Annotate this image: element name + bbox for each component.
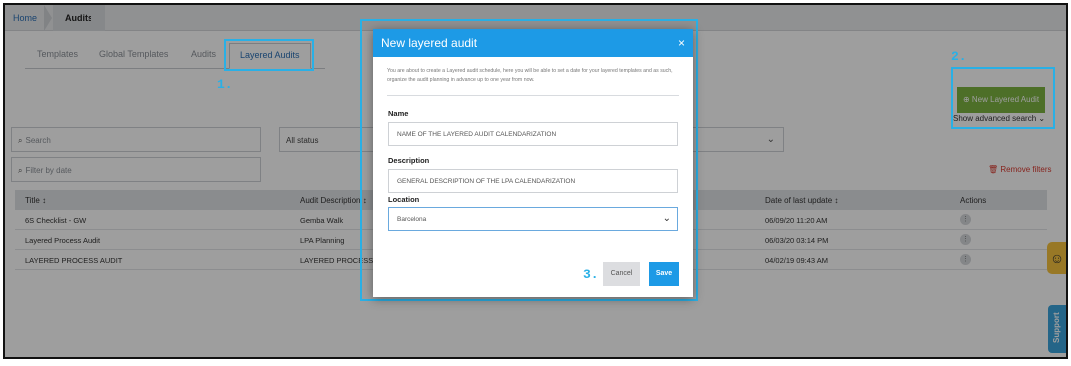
divider (387, 95, 679, 96)
app-window: Home Audits Templates Global Templates A… (3, 3, 1068, 359)
dialog-header: New layered audit × (373, 29, 693, 57)
callout-box-1 (224, 39, 314, 71)
location-label: Location (388, 195, 420, 204)
description-field[interactable]: GENERAL DESCRIPTION OF THE LPA CALENDARI… (388, 169, 678, 193)
cancel-button[interactable]: Cancel (603, 262, 640, 286)
dialog-intro-text: You are about to create a Layered audit … (387, 68, 673, 83)
name-field[interactable]: NAME OF THE LAYERED AUDIT CALENDARIZATIO… (388, 122, 678, 146)
callout-number-2: 2. (951, 49, 967, 64)
dialog-title: New layered audit (381, 36, 478, 50)
new-layered-audit-dialog: New layered audit × You are about to cre… (373, 29, 693, 297)
callout-box-2 (951, 67, 1055, 129)
callout-number-1: 1. (217, 77, 233, 92)
location-select[interactable]: Barcelona ⌄ (388, 207, 678, 231)
description-label: Description (388, 156, 430, 165)
name-label: Name (388, 109, 409, 118)
save-button[interactable]: Save (649, 262, 679, 286)
close-icon[interactable]: × (678, 29, 685, 57)
chevron-down-icon: ⌄ (662, 213, 671, 224)
callout-number-3: 3. (583, 267, 599, 282)
